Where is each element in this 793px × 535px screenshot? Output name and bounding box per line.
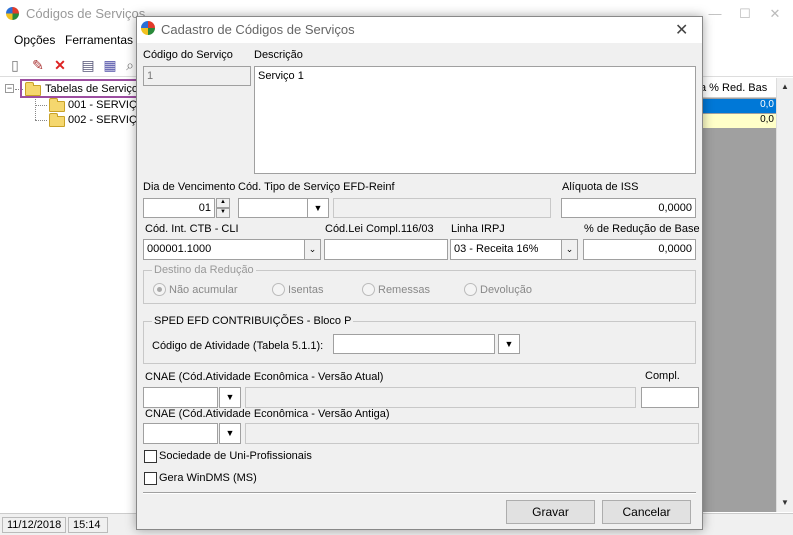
radio-label: Isentas [288,284,324,296]
radio-label: Remessas [378,284,430,296]
table-row[interactable]: 0,0 [700,99,776,113]
gravar-button[interactable]: Gravar [506,500,595,524]
chevron-down-icon[interactable]: ⌄ [561,239,578,260]
spin-down-icon[interactable]: ▼ [216,208,230,218]
dia-vencimento-label: Dia de Vencimento [143,181,236,193]
radio-devolucao[interactable] [464,283,477,296]
chevron-down-icon[interactable]: ▼ [219,387,241,408]
perc-reducao-input[interactable]: 0,0000 [583,239,696,260]
cod-lei-compl-input[interactable] [324,239,448,260]
cancelar-button[interactable]: Cancelar [602,500,691,524]
cnae-atual-label: CNAE (Cód.Atividade Econômica - Versão A… [145,371,384,383]
cnae-atual-select[interactable] [143,387,218,408]
codigo-servico-label: Código do Serviço [143,49,233,61]
destino-reducao-group: Destino da Redução Não acumular Isentas … [143,264,696,304]
cod-int-ctb-select[interactable]: 000001.1000 [143,239,305,260]
codigo-atividade-select[interactable] [333,334,495,354]
grid-header[interactable]: a % Red. Bas [700,78,776,98]
uniprofissionais-checkbox[interactable] [144,450,157,463]
minimize-icon[interactable]: — [700,4,730,24]
cnae-atual-description [245,387,636,408]
edit-pencil-icon[interactable]: ✎ [29,56,47,74]
destino-reducao-label: Destino da Redução [152,264,256,276]
uniprofissionais-label: Sociedade de Uni-Profissionais [159,450,312,462]
chevron-down-icon[interactable]: ▼ [498,334,520,354]
print-preview-icon[interactable]: ▦ [101,56,119,74]
windms-checkbox[interactable] [144,472,157,485]
linha-irpj-select[interactable]: 03 - Receita 16% [450,239,562,260]
cnae-antiga-select[interactable] [143,423,218,444]
cod-tipo-servico-select[interactable] [238,198,308,218]
chevron-down-icon[interactable]: ▼ [307,198,329,218]
descricao-textarea[interactable]: Serviço 1 [254,66,696,174]
tree-collapse-icon[interactable]: − [5,84,14,93]
new-document-icon[interactable]: ▯ [6,56,24,74]
folder-icon [25,82,41,96]
dialog-titlebar: Cadastro de Códigos de Serviços ✕ [137,17,702,43]
cod-lei-compl-label: Cód.Lei Compl.116/03 [325,223,434,235]
cod-tipo-servico-label: Cód. Tipo de Serviço EFD-Reinf [238,181,395,193]
compl-input[interactable] [641,387,699,408]
chevron-down-icon[interactable]: ▼ [219,423,241,444]
app-logo-icon [141,21,155,35]
perc-reducao-label: % de Redução de Base [584,223,700,235]
scroll-up-icon[interactable]: ▲ [781,82,789,91]
radio-remessas[interactable] [362,283,375,296]
sped-group-label: SPED EFD CONTRIBUIÇÕES - Bloco P [152,315,354,327]
folder-icon [49,98,65,112]
cnae-antiga-description [245,423,699,444]
table-row[interactable]: 0,0 [700,114,776,128]
descricao-label: Descrição [254,49,303,61]
status-date: 11/12/2018 [2,517,66,533]
grid-scrollbar[interactable]: ▲ ▼ [776,78,793,512]
codigo-atividade-label: Código de Atividade (Tabela 5.1.1): [152,340,324,352]
scroll-down-icon[interactable]: ▼ [781,498,789,507]
delete-icon[interactable]: ✕ [51,56,69,74]
close-icon[interactable]: ✕ [760,4,790,24]
chevron-down-icon[interactable]: ⌄ [304,239,321,260]
codigo-servico-field: 1 [143,66,251,86]
sped-group: SPED EFD CONTRIBUIÇÕES - Bloco P Código … [143,315,696,364]
aliquota-iss-input[interactable]: 0,0000 [561,198,696,218]
spin-up-icon[interactable]: ▲ [216,198,230,208]
close-icon[interactable]: ✕ [675,20,688,40]
compl-label: Compl. [645,370,680,382]
aliquota-iss-label: Alíquota de ISS [562,181,639,193]
cod-int-ctb-label: Cód. Int. CTB - CLI [145,223,239,235]
cod-tipo-servico-description [333,198,551,218]
linha-irpj-label: Linha IRPJ [451,223,505,235]
dia-vencimento-input[interactable]: 01 [143,198,215,218]
print-icon[interactable]: ▤ [79,56,97,74]
folder-icon [49,113,65,127]
status-time: 15:14 [68,517,108,533]
radio-label: Devolução [480,284,532,296]
service-code-dialog: Cadastro de Códigos de Serviços ✕ Código… [136,16,703,530]
main-window-title: Códigos de Serviços [26,6,146,21]
menu-opcoes[interactable]: Opções [14,33,55,47]
windms-label: Gera WinDMS (MS) [159,472,257,484]
radio-label: Não acumular [169,284,238,296]
maximize-icon[interactable]: ☐ [730,4,760,24]
dialog-title: Cadastro de Códigos de Serviços [161,22,355,37]
menu-ferramentas[interactable]: Ferramentas [65,33,133,47]
service-tables-tree: − Tabelas de Serviço 001 - SERVIÇOS 002 … [0,78,153,512]
tree-root-label: Tabelas de Serviço [45,83,138,95]
app-logo-icon [6,7,19,20]
radio-isentas[interactable] [272,283,285,296]
radio-nao-acumular[interactable] [153,283,166,296]
cnae-antiga-label: CNAE (Cód.Atividade Econômica - Versão A… [145,408,390,420]
divider [143,492,696,494]
